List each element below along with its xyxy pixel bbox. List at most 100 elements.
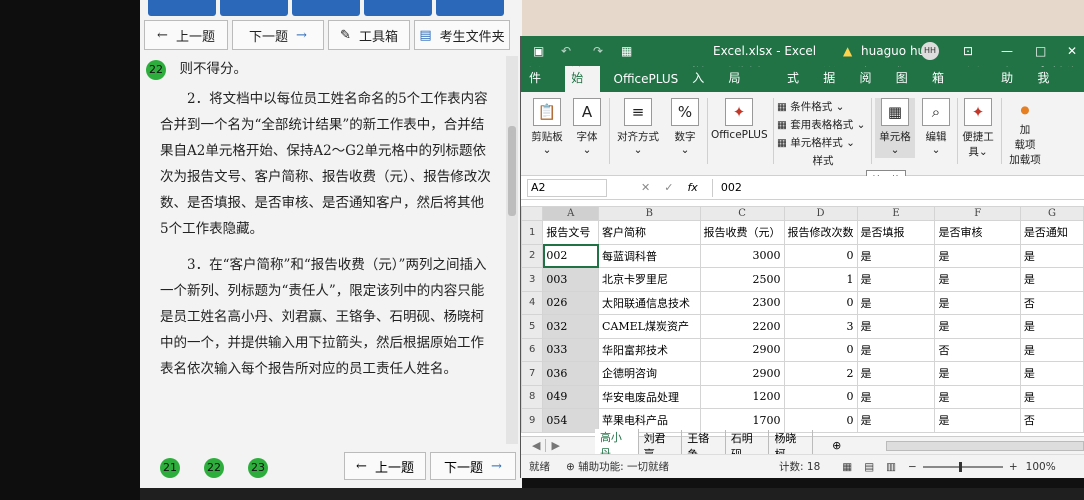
cell[interactable]: 客户简称 bbox=[598, 220, 701, 245]
cell[interactable]: 每蓝调科普 bbox=[598, 243, 701, 268]
cell[interactable]: CAMEL煤炭资产 bbox=[598, 314, 701, 339]
conditional-format-button[interactable]: ▦ 条件格式 ⌄ bbox=[777, 98, 869, 116]
question-number-21[interactable]: 21 bbox=[160, 458, 180, 478]
col-header[interactable]: G bbox=[1019, 206, 1084, 221]
bottom-next-button[interactable]: 下一题 → bbox=[430, 452, 516, 480]
cell[interactable]: 0 bbox=[783, 408, 858, 433]
minimize-icon[interactable]: — bbox=[1001, 44, 1013, 58]
cell[interactable]: 北京卡罗里尼 bbox=[598, 267, 701, 292]
select-all[interactable] bbox=[521, 206, 544, 221]
convenient-tools-button[interactable]: ✦ 便捷工 具⌄ bbox=[961, 98, 995, 159]
row-header[interactable]: 3 bbox=[521, 267, 544, 292]
cell[interactable]: 003 bbox=[542, 267, 600, 292]
row-header[interactable]: 6 bbox=[521, 337, 544, 362]
tab-4[interactable] bbox=[364, 0, 432, 16]
cell[interactable]: 否 bbox=[934, 337, 1021, 362]
formula-input[interactable]: 002 bbox=[711, 178, 1084, 197]
col-header[interactable]: A bbox=[542, 206, 600, 221]
cell[interactable]: 2 bbox=[783, 361, 858, 386]
cell[interactable]: 2900 bbox=[699, 361, 785, 386]
avatar[interactable]: HH bbox=[921, 42, 939, 60]
font-button[interactable]: A 字体 ⌄ bbox=[571, 98, 603, 156]
cell[interactable]: 0 bbox=[783, 243, 858, 268]
row-header[interactable]: 2 bbox=[521, 243, 544, 268]
number-button[interactable]: % 数字 ⌄ bbox=[669, 98, 701, 156]
tab-1[interactable] bbox=[148, 0, 216, 16]
zoom-out-icon[interactable]: − bbox=[908, 461, 917, 473]
page-break-icon[interactable]: ▥ bbox=[886, 461, 896, 473]
cell[interactable]: 是 bbox=[1019, 361, 1084, 386]
cell[interactable]: 华阳富邦技术 bbox=[598, 337, 701, 362]
row-header[interactable]: 1 bbox=[521, 220, 544, 245]
col-header[interactable]: E bbox=[856, 206, 936, 221]
cell[interactable]: 是 bbox=[934, 290, 1021, 315]
cell[interactable]: 054 bbox=[542, 408, 600, 433]
cell[interactable]: 026 bbox=[542, 290, 600, 315]
tab-2[interactable] bbox=[220, 0, 288, 16]
zoom-in-icon[interactable]: + bbox=[1009, 461, 1018, 473]
question-number-23[interactable]: 23 bbox=[248, 458, 268, 478]
addins-button[interactable]: ● 加载项 加载项 bbox=[1005, 98, 1045, 167]
cell[interactable]: 是否通知 bbox=[1019, 220, 1084, 245]
close-icon[interactable]: ✕ bbox=[1067, 44, 1077, 58]
cell[interactable]: 是 bbox=[856, 408, 936, 433]
cell[interactable]: 是 bbox=[1019, 243, 1084, 268]
cell[interactable]: 是 bbox=[1019, 384, 1084, 409]
normal-view-icon[interactable]: ▦ bbox=[842, 461, 852, 473]
zoom-slider[interactable] bbox=[922, 461, 1003, 472]
cell[interactable]: 报告文号 bbox=[542, 220, 600, 245]
cancel-icon[interactable]: ✕ bbox=[641, 181, 650, 194]
cell-style-button[interactable]: ▦ 单元格样式 ⌄ bbox=[777, 134, 869, 152]
bottom-prev-button[interactable]: ← 上一题 bbox=[344, 452, 426, 480]
cell[interactable]: 是 bbox=[856, 290, 936, 315]
cell[interactable]: 报告修改次数 bbox=[783, 220, 858, 245]
maximize-icon[interactable]: □ bbox=[1035, 44, 1046, 58]
cell[interactable]: 1200 bbox=[699, 384, 785, 409]
add-sheet-icon[interactable]: ⊕ bbox=[827, 439, 846, 452]
cell[interactable]: 是 bbox=[934, 267, 1021, 292]
next-question-button[interactable]: 下一题 → bbox=[232, 20, 324, 50]
cell[interactable]: 是 bbox=[934, 384, 1021, 409]
cell[interactable]: 2200 bbox=[699, 314, 785, 339]
col-header[interactable]: B bbox=[598, 206, 701, 221]
cell[interactable]: 是否审核 bbox=[934, 220, 1021, 245]
cell[interactable]: 0 bbox=[783, 290, 858, 315]
row-header[interactable]: 4 bbox=[521, 290, 544, 315]
accessibility-status[interactable]: ⊕ 辅助功能: 一切就绪 bbox=[566, 459, 669, 474]
cell[interactable]: 032 bbox=[542, 314, 600, 339]
cell[interactable]: 是 bbox=[934, 314, 1021, 339]
cell[interactable]: 是 bbox=[856, 361, 936, 386]
page-layout-icon[interactable]: ▤ bbox=[864, 461, 874, 473]
col-header[interactable]: D bbox=[783, 206, 858, 221]
sheet-prev-icon[interactable]: ◀ bbox=[527, 439, 547, 452]
row-header[interactable]: 9 bbox=[521, 408, 544, 433]
cell[interactable]: 是 bbox=[1019, 267, 1084, 292]
undo-icon[interactable]: ↶ bbox=[561, 44, 571, 58]
candidate-folder-button[interactable]: ▤ 考生文件夹 bbox=[414, 20, 510, 50]
row-header[interactable]: 8 bbox=[521, 384, 544, 409]
cell[interactable]: 036 bbox=[542, 361, 600, 386]
save-icon[interactable]: ▣ bbox=[533, 44, 544, 58]
cell[interactable]: 否 bbox=[1019, 408, 1084, 433]
cell[interactable]: 是 bbox=[856, 314, 936, 339]
zoom-level[interactable]: 100% bbox=[1026, 461, 1056, 473]
table-format-button[interactable]: ▦ 套用表格格式 ⌄ bbox=[777, 116, 869, 134]
officeplus-button[interactable]: ✦ OfficePLUS bbox=[711, 98, 768, 141]
cell[interactable]: 3000 bbox=[699, 243, 785, 268]
cell[interactable]: 是 bbox=[856, 267, 936, 292]
name-box[interactable]: A2 bbox=[527, 178, 607, 197]
cell[interactable]: 是 bbox=[856, 337, 936, 362]
cell[interactable]: 0 bbox=[783, 337, 858, 362]
cell[interactable]: 是 bbox=[934, 408, 1021, 433]
cell[interactable]: 否 bbox=[1019, 290, 1084, 315]
redo-icon[interactable]: ↷ bbox=[593, 44, 603, 58]
cell[interactable]: 2300 bbox=[699, 290, 785, 315]
cell[interactable]: 是 bbox=[934, 361, 1021, 386]
cell[interactable]: 1700 bbox=[699, 408, 785, 433]
table-icon[interactable]: ▦ bbox=[621, 44, 632, 58]
cell[interactable]: 是 bbox=[1019, 337, 1084, 362]
alignment-button[interactable]: ≡ 对齐方式 ⌄ bbox=[615, 98, 661, 156]
cell[interactable]: 是 bbox=[856, 384, 936, 409]
tab-3[interactable] bbox=[292, 0, 360, 16]
col-header[interactable]: F bbox=[934, 206, 1021, 221]
